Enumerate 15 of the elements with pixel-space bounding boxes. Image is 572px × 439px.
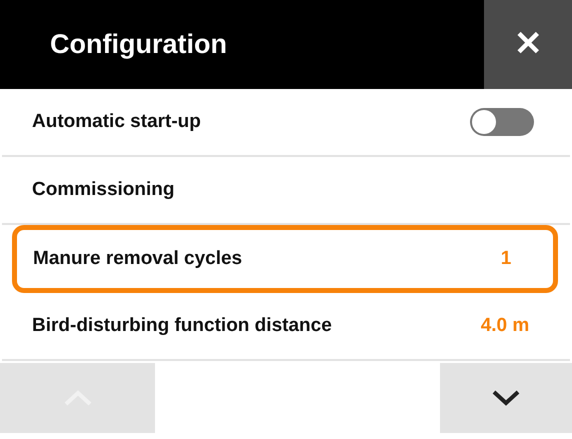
close-button[interactable]: ✕ xyxy=(484,0,572,89)
setting-label: Commissioning xyxy=(32,178,175,202)
scroll-down-button[interactable] xyxy=(440,363,572,433)
setting-value: 4.0 m xyxy=(480,314,530,338)
window-title: Configuration xyxy=(49,28,227,62)
toggle-switch[interactable] xyxy=(470,108,534,136)
setting-row[interactable]: Manure removal cycles 1 xyxy=(12,225,558,293)
setting-row[interactable]: Automatic start-up xyxy=(2,89,570,157)
chevron-down-icon xyxy=(491,389,521,407)
setting-label: Manure removal cycles xyxy=(33,246,242,271)
setting-value: 1 xyxy=(500,246,512,271)
setting-label: Bird-disturbing function distance xyxy=(32,314,332,338)
setting-row[interactable]: Commissioning xyxy=(2,157,570,225)
setting-row[interactable]: Bird-disturbing function distance 4.0 m xyxy=(2,293,570,361)
setting-label: Automatic start-up xyxy=(32,110,201,134)
